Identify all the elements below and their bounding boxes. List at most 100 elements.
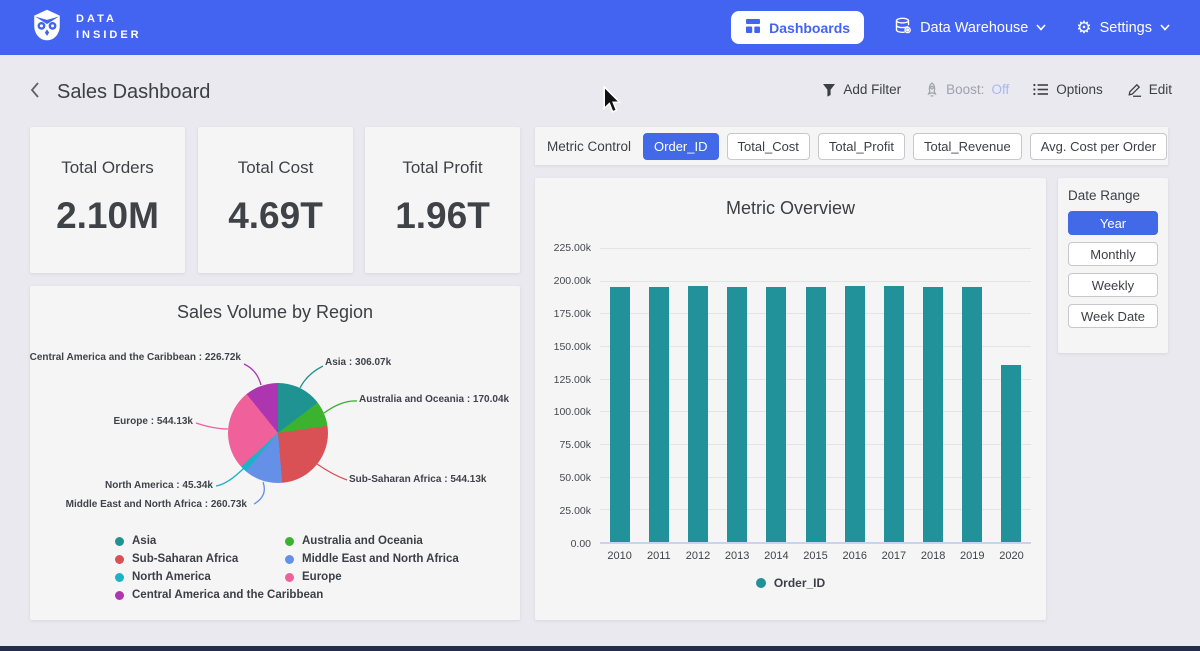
x-tick-label: 2014 (757, 550, 796, 562)
pie-callout-middle-east-north-africa: Middle East and North Africa : 260.73k (66, 499, 247, 510)
pie-callout-australia-oceania: Australia and Oceania : 170.04k (359, 394, 509, 405)
dashboards-label: Dashboards (769, 20, 850, 36)
bar-2013 (727, 287, 747, 542)
y-tick-label: 125.00k (554, 374, 591, 386)
date-range-week-date-button[interactable]: Week Date (1068, 304, 1158, 328)
top-navbar: DATA INSIDER Dashboards (0, 0, 1200, 55)
gear-icon: ⚙ (1076, 19, 1091, 36)
add-filter-label: Add Filter (843, 82, 901, 97)
date-range-label: Date Range (1068, 188, 1158, 203)
chevron-down-icon (1160, 24, 1170, 31)
x-tick-label: 2011 (639, 550, 678, 562)
brand-line2: INSIDER (76, 28, 142, 44)
x-tick-label: 2010 (600, 550, 639, 562)
y-tick-label: 200.00k (554, 275, 591, 287)
pie-chart-title: Sales Volume by Region (30, 302, 520, 323)
list-icon (1033, 83, 1049, 96)
kpi-label: Total Cost (238, 158, 314, 178)
rocket-icon (925, 82, 939, 97)
dashboards-button[interactable]: Dashboards (731, 11, 864, 44)
y-tick-label: 25.00k (559, 505, 591, 517)
y-tick-label: 150.00k (554, 341, 591, 353)
boost-state: Off (991, 82, 1009, 97)
x-tick-label: 2019 (953, 550, 992, 562)
metric-button-avg-cost-per-order[interactable]: Avg. Cost per Order (1030, 133, 1167, 160)
legend-label: Sub-Saharan Africa (132, 553, 238, 565)
kpi-value: 2.10M (56, 195, 159, 237)
bar-2018 (923, 287, 943, 542)
legend-label: North America (132, 571, 211, 583)
settings-menu[interactable]: ⚙ Settings (1076, 19, 1170, 36)
data-warehouse-menu[interactable]: Data Warehouse (894, 17, 1046, 39)
metric-button-order-id[interactable]: Order_ID (643, 133, 718, 160)
bar-column (835, 248, 874, 542)
header-toolbar: Add Filter Boost: Off Options Ed (822, 82, 1172, 97)
edit-button[interactable]: Edit (1127, 82, 1172, 97)
bar-column (796, 248, 835, 542)
brand-line1: DATA (76, 12, 142, 28)
bar-2019 (962, 287, 982, 542)
bar-column (874, 248, 913, 542)
options-label: Options (1056, 82, 1103, 97)
pie-callout-sub-saharan-africa: Sub-Saharan Africa : 544.13k (349, 474, 486, 485)
options-button[interactable]: Options (1033, 82, 1103, 97)
metric-control-label: Metric Control (547, 139, 631, 154)
bar-2020 (1001, 365, 1021, 542)
bar-2014 (766, 287, 786, 542)
x-tick-label: 2020 (992, 550, 1031, 562)
metric-overview-chart-card: Metric Overview 225.00k200.00k175.00k150… (535, 178, 1046, 620)
date-range-year-button[interactable]: Year (1068, 211, 1158, 235)
bar-chart-legend: Order_ID (535, 576, 1046, 590)
chevron-down-icon (1036, 24, 1046, 31)
date-range-card: Date Range Year Monthly Weekly Week Date (1058, 178, 1168, 353)
pie-legend-column-2: Australia and OceaniaMiddle East and Nor… (285, 532, 459, 586)
legend-dot (115, 591, 124, 600)
boost-label: Boost: (946, 82, 984, 97)
legend-dot (115, 537, 124, 546)
edit-label: Edit (1149, 82, 1172, 97)
bar-2017 (884, 286, 904, 542)
legend-dot (285, 537, 294, 546)
bar-column (953, 248, 992, 542)
x-tick-label: 2013 (718, 550, 757, 562)
sales-volume-by-region-card: Sales Volume by Region Asia : 306.07k Au… (30, 286, 520, 620)
database-icon (894, 17, 912, 39)
kpi-value: 4.69T (228, 195, 323, 237)
x-tick-label: 2016 (835, 550, 874, 562)
pie-callout-europe: Europe : 544.13k (114, 416, 193, 427)
bar-column (992, 248, 1031, 542)
back-button[interactable] (26, 80, 44, 100)
date-range-weekly-button[interactable]: Weekly (1068, 273, 1158, 297)
legend-dot (115, 555, 124, 564)
bar-2016 (845, 286, 865, 542)
boost-toggle[interactable]: Boost: Off (925, 82, 1009, 97)
legend-label: Middle East and North Africa (302, 553, 459, 565)
brand[interactable]: DATA INSIDER (30, 7, 142, 48)
kpi-card-total-profit: Total Profit 1.96T (365, 127, 520, 273)
x-tick-label: 2012 (678, 550, 717, 562)
legend-dot (285, 573, 294, 582)
bar-column (639, 248, 678, 542)
bar-2015 (806, 287, 826, 542)
bar-2012 (688, 286, 708, 542)
bar-2011 (649, 287, 669, 542)
data-warehouse-label: Data Warehouse (920, 20, 1028, 36)
dashboards-grid-icon (745, 18, 761, 37)
y-tick-label: 0.00 (571, 538, 591, 550)
date-range-monthly-button[interactable]: Monthly (1068, 242, 1158, 266)
metric-button-total-cost[interactable]: Total_Cost (727, 133, 810, 160)
settings-label: Settings (1100, 20, 1152, 36)
bar-chart-title: Metric Overview (535, 198, 1046, 219)
metric-button-total-revenue[interactable]: Total_Revenue (913, 133, 1022, 160)
sales-dashboard-page: DATA INSIDER Dashboards (0, 0, 1200, 651)
kpi-value: 1.96T (395, 195, 490, 237)
bar-column (757, 248, 796, 542)
pie-callout-central-america-caribbean: Central America and the Caribbean : 226.… (30, 352, 241, 363)
pie-callout-asia: Asia : 306.07k (325, 357, 391, 368)
add-filter-button[interactable]: Add Filter (822, 82, 901, 97)
kpi-label: Total Orders (61, 158, 154, 178)
kpi-label: Total Profit (402, 158, 482, 178)
metric-button-total-profit[interactable]: Total_Profit (818, 133, 905, 160)
metric-control-bar: Metric Control Order_ID Total_Cost Total… (535, 127, 1168, 165)
x-tick-label: 2017 (874, 550, 913, 562)
